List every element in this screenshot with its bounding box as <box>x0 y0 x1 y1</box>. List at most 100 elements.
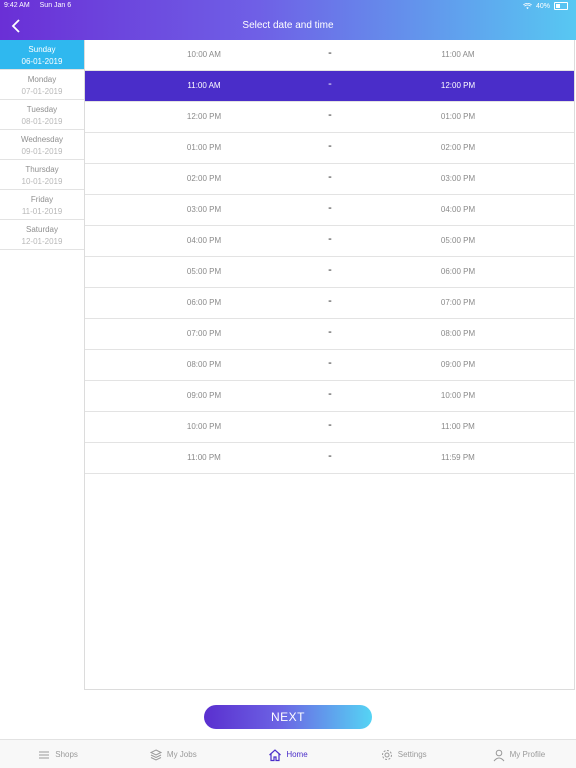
status-date: Sun Jan 6 <box>39 2 72 9</box>
next-button[interactable]: NEXT <box>204 705 372 729</box>
tab-label: Shops <box>55 750 78 759</box>
slot-start-time: 04:00 PM <box>186 236 222 245</box>
tab-my-jobs[interactable]: My Jobs <box>115 740 230 768</box>
day-name: Friday <box>30 195 54 204</box>
tab-my-profile[interactable]: My Profile <box>461 740 576 768</box>
slot-end-time: 11:00 PM <box>441 422 475 431</box>
page-title: Select date and time <box>242 20 334 31</box>
battery-icon <box>554 2 568 10</box>
day-date: 12-01-2019 <box>21 237 63 246</box>
slot-end-time: 06:00 PM <box>440 267 476 276</box>
slot-end-time: 10:00 PM <box>440 391 476 400</box>
day-item[interactable]: Friday 11-01-2019 <box>0 190 84 220</box>
time-slot-row[interactable]: 01:00 PM - 02:00 PM <box>85 133 574 164</box>
day-name: Thursday <box>25 165 59 174</box>
slot-start-time: 12:00 PM <box>186 112 222 121</box>
slot-start-time: 02:00 PM <box>186 174 222 183</box>
time-slot-row[interactable]: 05:00 PM - 06:00 PM <box>85 257 574 288</box>
time-slot-row[interactable]: 02:00 PM - 03:00 PM <box>85 164 574 195</box>
slot-separator: - <box>328 419 332 431</box>
status-right: 40% <box>523 2 568 10</box>
day-date: 07-01-2019 <box>21 87 63 96</box>
day-item[interactable]: Tuesday 08-01-2019 <box>0 100 84 130</box>
slot-start-time: 07:00 PM <box>186 329 222 338</box>
header-bar: 9:42 AM Sun Jan 6 40% Select date and ti… <box>0 0 576 40</box>
day-name: Wednesday <box>20 135 64 144</box>
slot-start-time: 06:00 PM <box>186 298 222 307</box>
slot-start-time: 11:00 AM <box>187 81 221 90</box>
time-slot-row[interactable]: 03:00 PM - 04:00 PM <box>85 195 574 226</box>
slot-start-time: 05:00 PM <box>186 267 222 276</box>
tab-label: Home <box>286 750 308 759</box>
slot-separator: - <box>328 388 332 400</box>
home-icon <box>269 748 282 761</box>
day-item[interactable]: Wednesday 09-01-2019 <box>0 130 84 160</box>
slot-end-time: 07:00 PM <box>440 298 476 307</box>
slot-end-time: 03:00 PM <box>440 174 476 183</box>
slot-start-time: 11:00 PM <box>187 453 221 462</box>
user-icon <box>493 749 505 761</box>
tab-shops[interactable]: Shops <box>0 740 115 768</box>
slot-start-time: 10:00 PM <box>186 422 222 431</box>
slot-start-time: 09:00 PM <box>186 391 222 400</box>
slot-separator: - <box>328 295 332 307</box>
day-name: Tuesday <box>26 105 58 114</box>
time-slot-row[interactable]: 11:00 PM - 11:59 PM <box>85 443 574 474</box>
slot-start-time: 03:00 PM <box>186 205 222 214</box>
slot-end-time: 01:00 PM <box>440 112 476 121</box>
slot-end-time: 11:59 PM <box>441 453 475 462</box>
tab-label: My Profile <box>509 750 546 759</box>
tab-label: Settings <box>397 750 427 759</box>
time-slot-row[interactable]: 06:00 PM - 07:00 PM <box>85 288 574 319</box>
slot-end-time: 09:00 PM <box>440 360 476 369</box>
day-list: Sunday 06-01-2019 Monday 07-01-2019 Tuesday 0… <box>0 40 84 250</box>
tab-home[interactable]: Home <box>230 740 345 768</box>
gear-icon <box>381 749 392 760</box>
slot-separator: - <box>328 450 332 462</box>
day-name: Sunday <box>28 45 56 54</box>
tab-label: My Jobs <box>166 750 197 759</box>
slot-separator: - <box>328 357 332 369</box>
day-name: Saturday <box>25 225 59 234</box>
day-item[interactable]: Sunday 06-01-2019 <box>0 40 84 70</box>
slot-end-time: 02:00 PM <box>440 143 476 152</box>
slot-start-time: 01:00 PM <box>186 143 222 152</box>
slot-start-time: 08:00 PM <box>186 360 222 369</box>
wifi-icon <box>523 2 532 9</box>
time-slot-list: 10:00 AM -11:00 AM 11:00 AM -12:00 PM 12:00 … <box>84 40 575 690</box>
tab-bar: Shops My Jobs Home Settings My Profile <box>0 739 576 768</box>
slot-end-time: 05:00 PM <box>440 236 476 245</box>
day-date: 09-01-2019 <box>21 147 63 156</box>
time-slot-row[interactable]: 07:00 PM - 08:00 PM <box>85 319 574 350</box>
day-date: 11-01-2019 <box>21 207 63 216</box>
day-item[interactable]: Thursday 10-01-2019 <box>0 160 84 190</box>
day-item[interactable]: Monday 07-01-2019 <box>0 70 84 100</box>
slot-separator: - <box>328 109 332 121</box>
slot-separator: - <box>328 264 332 276</box>
status-bar: 9:42 AM Sun Jan 6 40% <box>0 0 576 12</box>
slot-separator: - <box>328 326 332 338</box>
slot-separator: - <box>328 202 332 214</box>
time-slot-row[interactable]: 10:00 AM - 11:00 AM <box>85 40 574 71</box>
layers-icon <box>149 748 163 761</box>
day-name: Monday <box>27 75 57 84</box>
menu-icon <box>39 750 50 759</box>
day-date: 10-01-2019 <box>21 177 63 186</box>
day-date: 06-01-2019 <box>21 57 63 66</box>
slot-separator: - <box>328 171 332 183</box>
battery-percent: 40% <box>535 2 550 10</box>
status-left: 9:42 AM Sun Jan 6 <box>4 2 79 9</box>
app-root: 9:42 AM Sun Jan 6 40% Select date and ti… <box>0 0 576 768</box>
time-slot-row[interactable]: 12:00 PM - 01:00 PM <box>85 102 574 133</box>
slot-separator: - <box>328 140 332 152</box>
time-slot-row[interactable]: 09:00 PM - 10:00 PM <box>85 381 574 412</box>
day-item[interactable]: Saturday 12-01-2019 <box>0 220 84 250</box>
time-slot-row[interactable]: 08:00 PM - 09:00 PM <box>85 350 574 381</box>
time-slot-row[interactable]: 11:00 AM - 12:00 PM <box>85 71 574 102</box>
day-date: 08-01-2019 <box>21 117 63 126</box>
slot-end-time: 12:00 PM <box>440 81 476 90</box>
tab-settings[interactable]: Settings <box>346 740 461 768</box>
slot-separator: - <box>328 78 332 90</box>
time-slot-row[interactable]: 10:00 PM - 11:00 PM <box>85 412 574 443</box>
time-slot-row[interactable]: 04:00 PM - 05:00 PM <box>85 226 574 257</box>
